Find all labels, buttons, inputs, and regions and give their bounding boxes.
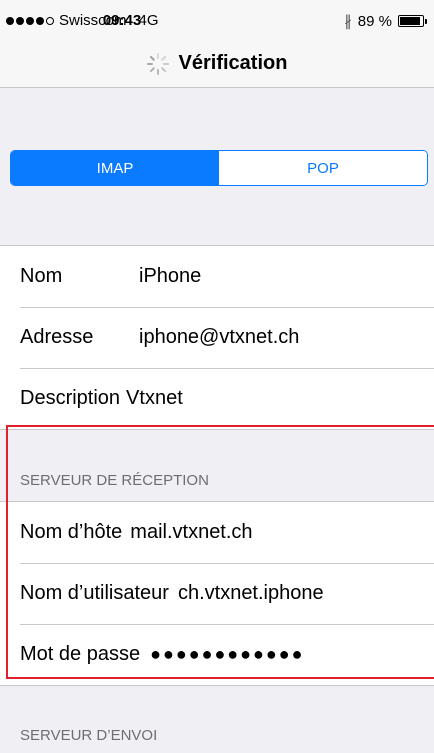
- account-type-segmented-control: IMAP POP: [10, 150, 428, 186]
- address-field[interactable]: iphone@vtxnet.ch: [139, 326, 299, 349]
- activity-spinner-icon: [146, 52, 169, 75]
- spinner-tick: [156, 68, 159, 75]
- description-label: Description: [20, 387, 121, 409]
- hostname-row[interactable]: Nom d’hôte mail.vtxnet.ch: [0, 502, 434, 563]
- address-label: Adresse: [20, 326, 94, 348]
- account-info-group: Nom iPhone Adresse iphone@vtxnet.ch Desc…: [0, 245, 434, 430]
- battery-icon: [398, 15, 427, 27]
- hostname-field[interactable]: mail.vtxnet.ch: [130, 521, 252, 544]
- status-right: ∦ 89 %: [344, 12, 427, 30]
- description-row[interactable]: Description Vtxnet: [0, 368, 434, 429]
- username-label: Nom d’utilisateur: [20, 582, 169, 604]
- segment-imap[interactable]: IMAP: [11, 151, 219, 185]
- segment-pop[interactable]: POP: [219, 151, 427, 185]
- battery-percent: 89 %: [357, 12, 392, 30]
- username-field[interactable]: ch.vtxnet.iphone: [178, 582, 324, 605]
- outgoing-server-header: SERVEUR D’ENVOI: [20, 727, 158, 744]
- name-field[interactable]: iPhone: [139, 265, 201, 288]
- spinner-tick: [149, 66, 155, 72]
- status-bar: Swisscom 4G 09:43 ∦ 89 %: [0, 0, 434, 40]
- spinner-tick: [160, 66, 167, 72]
- incoming-server-header: SERVEUR DE RÉCEPTION: [20, 472, 209, 489]
- incoming-server-group: Nom d’hôte mail.vtxnet.ch Nom d’utilisat…: [0, 501, 434, 686]
- spinner-tick: [162, 62, 169, 65]
- address-row[interactable]: Adresse iphone@vtxnet.ch: [0, 307, 434, 368]
- password-field[interactable]: ●●●●●●●●●●●●: [150, 644, 304, 665]
- battery-fill: [400, 17, 420, 25]
- spinner-tick: [146, 62, 153, 65]
- status-time: 09:43: [102, 12, 142, 29]
- spinner-tick: [160, 55, 167, 61]
- spinner-tick: [156, 52, 159, 59]
- name-row[interactable]: Nom iPhone: [0, 246, 434, 307]
- hostname-label: Nom d’hôte: [20, 521, 123, 543]
- bluetooth-icon: ∦: [344, 13, 352, 30]
- page-title: Vérification: [178, 52, 288, 74]
- spinner-tick: [149, 55, 155, 61]
- navigation-bar: Vérification: [0, 40, 434, 88]
- description-field[interactable]: Vtxnet: [126, 387, 183, 410]
- username-row[interactable]: Nom d’utilisateur ch.vtxnet.iphone: [0, 563, 434, 624]
- password-label: Mot de passe: [20, 643, 141, 665]
- name-label: Nom: [20, 265, 63, 287]
- password-row[interactable]: Mot de passe ●●●●●●●●●●●●: [0, 624, 434, 685]
